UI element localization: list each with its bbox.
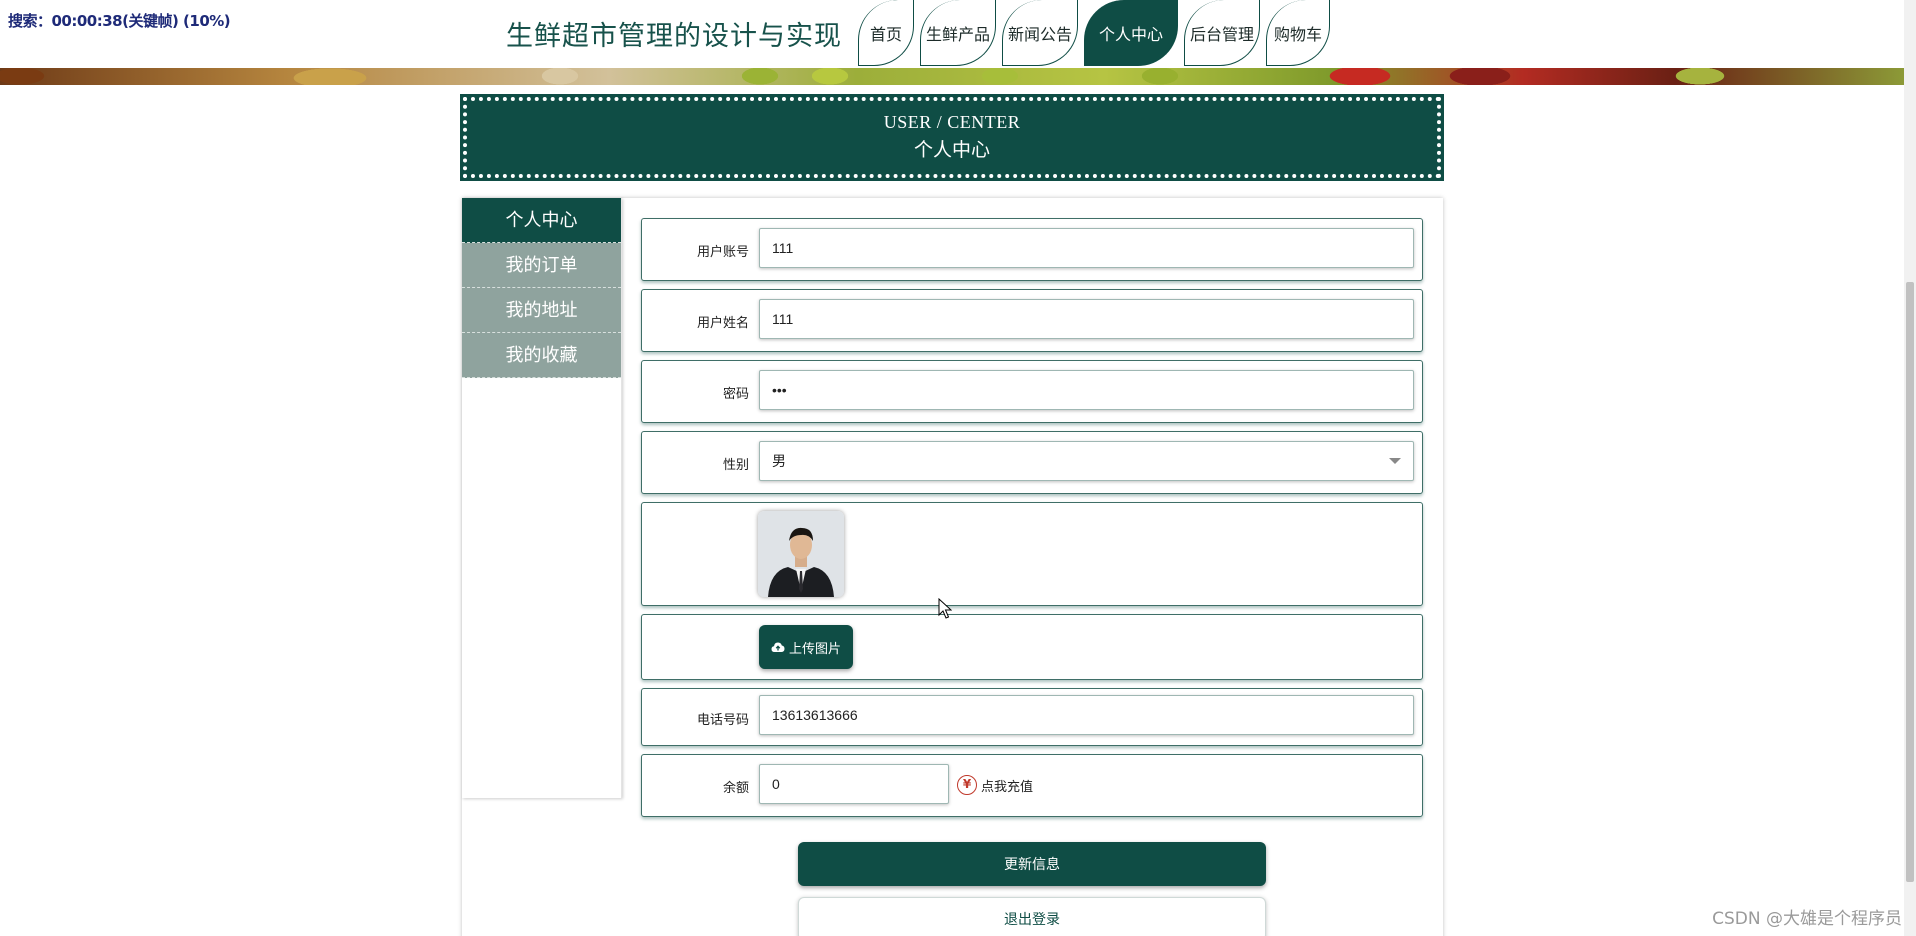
- site-header: 生鲜超市管理的设计与实现 首页 生鲜产品 新闻公告 个人中心 后台管理 购物车: [0, 0, 1904, 68]
- phone-row: 电话号码 13613613666: [641, 688, 1423, 746]
- sidebar-item-addresses[interactable]: 我的地址: [462, 288, 621, 333]
- phone-input[interactable]: 13613613666: [759, 695, 1414, 735]
- upload-image-label: 上传图片: [788, 641, 841, 657]
- avatar-row: [641, 502, 1423, 606]
- gender-select[interactable]: 男: [759, 441, 1414, 481]
- sidebar: 个人中心 我的订单 我的地址 我的收藏: [462, 198, 622, 798]
- nav-products[interactable]: 生鲜产品: [920, 0, 996, 66]
- fruit-banner: [0, 68, 1904, 85]
- site-title: 生鲜超市管理的设计与实现: [506, 21, 842, 52]
- balance-label: 余额: [722, 781, 749, 796]
- gender-label: 性别: [722, 458, 749, 473]
- scrollbar-thumb[interactable]: [1906, 282, 1914, 882]
- watermark: CSDN @大雄是个程序员: [1712, 909, 1902, 929]
- password-label: 密码: [722, 387, 749, 402]
- account-row: 用户账号 111: [641, 218, 1423, 281]
- nav-user-center[interactable]: 个人中心: [1084, 0, 1178, 66]
- nav-admin[interactable]: 后台管理: [1184, 0, 1260, 66]
- recharge-label: 点我充值: [981, 779, 1034, 795]
- account-label: 用户账号: [696, 245, 749, 260]
- phone-label: 电话号码: [696, 713, 749, 728]
- mouse-cursor-icon: [938, 598, 952, 619]
- upload-image-button[interactable]: 上传图片: [759, 625, 853, 669]
- page-header-cn: 个人中心: [913, 139, 990, 161]
- avatar: [758, 511, 844, 597]
- update-info-button[interactable]: 更新信息: [798, 842, 1266, 886]
- name-label: 用户姓名: [696, 316, 749, 331]
- logout-button[interactable]: 退出登录: [798, 897, 1266, 936]
- user-center-panel: 个人中心 我的订单 我的地址 我的收藏 用户账号 111 用户姓名 111 密码…: [462, 198, 1443, 936]
- chevron-down-icon: [1389, 458, 1401, 464]
- sidebar-item-orders[interactable]: 我的订单: [462, 243, 621, 288]
- page-scrollbar[interactable]: [1904, 0, 1916, 936]
- profile-form: 用户账号 111 用户姓名 111 密码 ••• 性别 男 上传图片 电话号码 …: [641, 218, 1425, 825]
- cloud-upload-icon: [771, 642, 785, 652]
- password-input[interactable]: •••: [759, 370, 1414, 410]
- nav-cart[interactable]: 购物车: [1266, 0, 1330, 66]
- nav-home[interactable]: 首页: [858, 0, 914, 66]
- gender-row: 性别 男: [641, 431, 1423, 494]
- password-row: 密码 •••: [641, 360, 1423, 423]
- user-photo-icon: [758, 511, 844, 597]
- name-input[interactable]: 111: [759, 299, 1414, 339]
- recharge-link[interactable]: ¥ 点我充值: [957, 775, 1033, 795]
- main-nav: 首页 生鲜产品 新闻公告 个人中心 后台管理 购物车: [858, 0, 1336, 68]
- name-row: 用户姓名 111: [641, 289, 1423, 352]
- nav-news[interactable]: 新闻公告: [1002, 0, 1078, 66]
- sidebar-item-user-center[interactable]: 个人中心: [462, 198, 621, 243]
- gender-value: 男: [772, 453, 786, 469]
- upload-row: 上传图片: [641, 614, 1423, 680]
- sidebar-item-favorites[interactable]: 我的收藏: [462, 333, 621, 378]
- recording-overlay-text: 搜索：00:00:38(关键帧) (10%): [8, 12, 231, 30]
- balance-input[interactable]: 0: [759, 764, 949, 804]
- page-header: USER / CENTER 个人中心: [460, 94, 1444, 181]
- yen-icon: ¥: [957, 775, 977, 795]
- account-input[interactable]: 111: [759, 228, 1414, 268]
- balance-row: 余额 0 ¥ 点我充值: [641, 754, 1423, 817]
- page-header-en: USER / CENTER: [883, 112, 1021, 132]
